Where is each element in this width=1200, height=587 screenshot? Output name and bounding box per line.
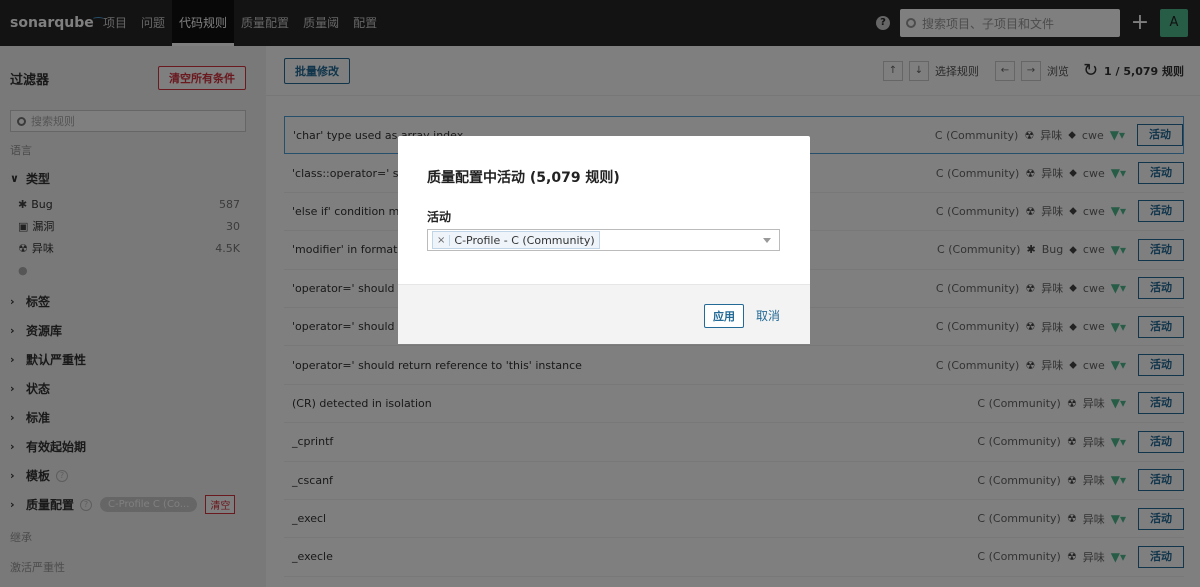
profile-multiselect[interactable]: × C-Profile - C (Community) xyxy=(427,229,780,251)
modal-field-label: 活动 xyxy=(427,210,452,224)
activate-in-profile-modal: 质量配置中活动 (5,079 规则) 活动 × C-Profile - C (C… xyxy=(398,136,810,344)
modal-title: 质量配置中活动 (5,079 规则) xyxy=(427,170,620,186)
remove-tag-icon[interactable]: × xyxy=(433,234,451,246)
selected-profile-tag: × C-Profile - C (Community) xyxy=(432,231,600,249)
cancel-link[interactable]: 取消 xyxy=(756,307,780,324)
selected-profile-label: C-Profile - C (Community) xyxy=(454,233,595,247)
apply-button[interactable]: 应用 xyxy=(704,304,744,328)
dropdown-caret-icon[interactable] xyxy=(763,238,771,243)
modal-footer: 应用 取消 xyxy=(398,284,810,344)
